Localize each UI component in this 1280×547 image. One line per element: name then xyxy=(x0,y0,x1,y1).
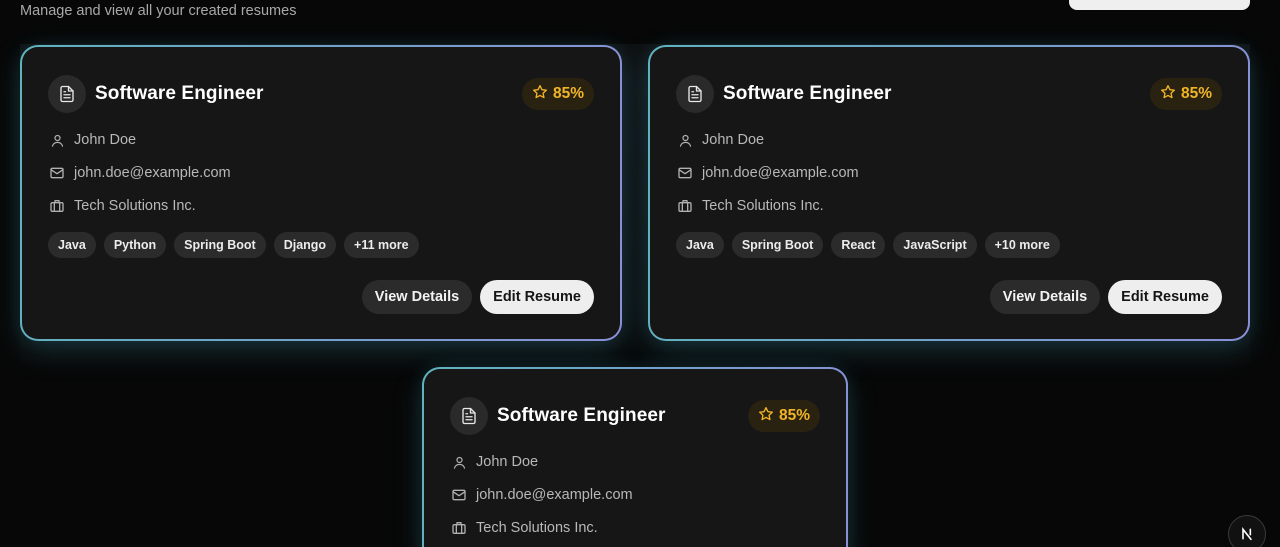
briefcase-icon xyxy=(450,519,468,537)
candidate-company-row: Tech Solutions Inc. xyxy=(450,518,598,538)
card-actions: View Details Edit Resume xyxy=(989,280,1222,314)
resume-title: Software Engineer xyxy=(95,83,264,104)
resume-card[interactable]: Software Engineer 85% John Doe john.doe@… xyxy=(422,367,848,547)
user-icon xyxy=(48,131,66,149)
more-skills-tag: +11 more xyxy=(344,232,419,258)
resumes-page: Manage and view all your created resumes… xyxy=(0,0,1280,547)
mail-icon xyxy=(450,486,468,504)
skill-tag: Spring Boot xyxy=(731,232,824,258)
briefcase-icon xyxy=(48,197,66,215)
candidate-company: Tech Solutions Inc. xyxy=(476,520,598,536)
mail-icon xyxy=(48,164,66,182)
card-actions: View Details Edit Resume xyxy=(361,280,594,314)
edit-resume-button[interactable]: Edit Resume xyxy=(1108,280,1222,314)
document-icon xyxy=(676,75,714,113)
resume-title: Software Engineer xyxy=(497,405,666,426)
resume-card[interactable]: Software Engineer 85% John Doe john.doe@… xyxy=(648,45,1250,341)
edit-resume-button[interactable]: Edit Resume xyxy=(480,280,594,314)
skill-tags: Java Python Spring Boot Django +11 more xyxy=(48,232,419,258)
score-badge: 85% xyxy=(747,400,820,432)
page-subtitle: Manage and view all your created resumes xyxy=(20,3,297,19)
mail-icon xyxy=(676,164,694,182)
document-icon xyxy=(48,75,86,113)
star-icon xyxy=(532,84,548,105)
candidate-company: Tech Solutions Inc. xyxy=(74,198,196,214)
star-icon xyxy=(758,406,774,427)
resume-card[interactable]: Software Engineer 85% John Doe john.doe@… xyxy=(20,45,622,341)
star-icon xyxy=(1160,84,1176,105)
user-icon xyxy=(676,131,694,149)
skill-tags: Java Spring Boot React JavaScript +10 mo… xyxy=(676,232,1060,258)
candidate-email-row: john.doe@example.com xyxy=(48,163,231,183)
candidate-company: Tech Solutions Inc. xyxy=(702,198,824,214)
user-icon xyxy=(450,453,468,471)
score-value: 85% xyxy=(778,407,810,424)
view-details-button[interactable]: View Details xyxy=(361,280,473,314)
skill-tag: Django xyxy=(273,232,337,258)
candidate-email-row: john.doe@example.com xyxy=(676,163,859,183)
candidate-name-row: John Doe xyxy=(450,452,538,472)
score-value: 85% xyxy=(1180,85,1212,102)
create-resume-button[interactable] xyxy=(1069,0,1250,10)
card-header: Software Engineer 85% xyxy=(48,75,594,113)
candidate-email-row: john.doe@example.com xyxy=(450,485,633,505)
candidate-company-row: Tech Solutions Inc. xyxy=(676,196,824,216)
candidate-name-row: John Doe xyxy=(48,130,136,150)
briefcase-icon xyxy=(676,197,694,215)
candidate-email: john.doe@example.com xyxy=(702,165,859,181)
resume-title: Software Engineer xyxy=(723,83,892,104)
skill-tag: Python xyxy=(103,232,167,258)
skill-tag: React xyxy=(831,232,886,258)
skill-tag: Java xyxy=(48,232,96,258)
candidate-email: john.doe@example.com xyxy=(74,165,231,181)
document-icon xyxy=(450,397,488,435)
more-skills-tag: +10 more xyxy=(984,232,1060,258)
score-badge: 85% xyxy=(521,78,594,110)
card-header: Software Engineer 85% xyxy=(450,397,820,435)
candidate-name: John Doe xyxy=(476,454,539,470)
skill-tag: JavaScript xyxy=(893,232,977,258)
score-value: 85% xyxy=(552,85,584,102)
next-logo-icon[interactable] xyxy=(1228,515,1266,547)
candidate-company-row: Tech Solutions Inc. xyxy=(48,196,196,216)
candidate-name-row: John Doe xyxy=(676,130,764,150)
view-details-button[interactable]: View Details xyxy=(989,280,1101,314)
candidate-name: John Doe xyxy=(702,132,765,148)
skill-tag: Java xyxy=(676,232,724,258)
score-badge: 85% xyxy=(1149,78,1222,110)
candidate-email: john.doe@example.com xyxy=(476,487,633,503)
card-header: Software Engineer 85% xyxy=(676,75,1222,113)
skill-tag: Spring Boot xyxy=(174,232,266,258)
candidate-name: John Doe xyxy=(74,132,137,148)
